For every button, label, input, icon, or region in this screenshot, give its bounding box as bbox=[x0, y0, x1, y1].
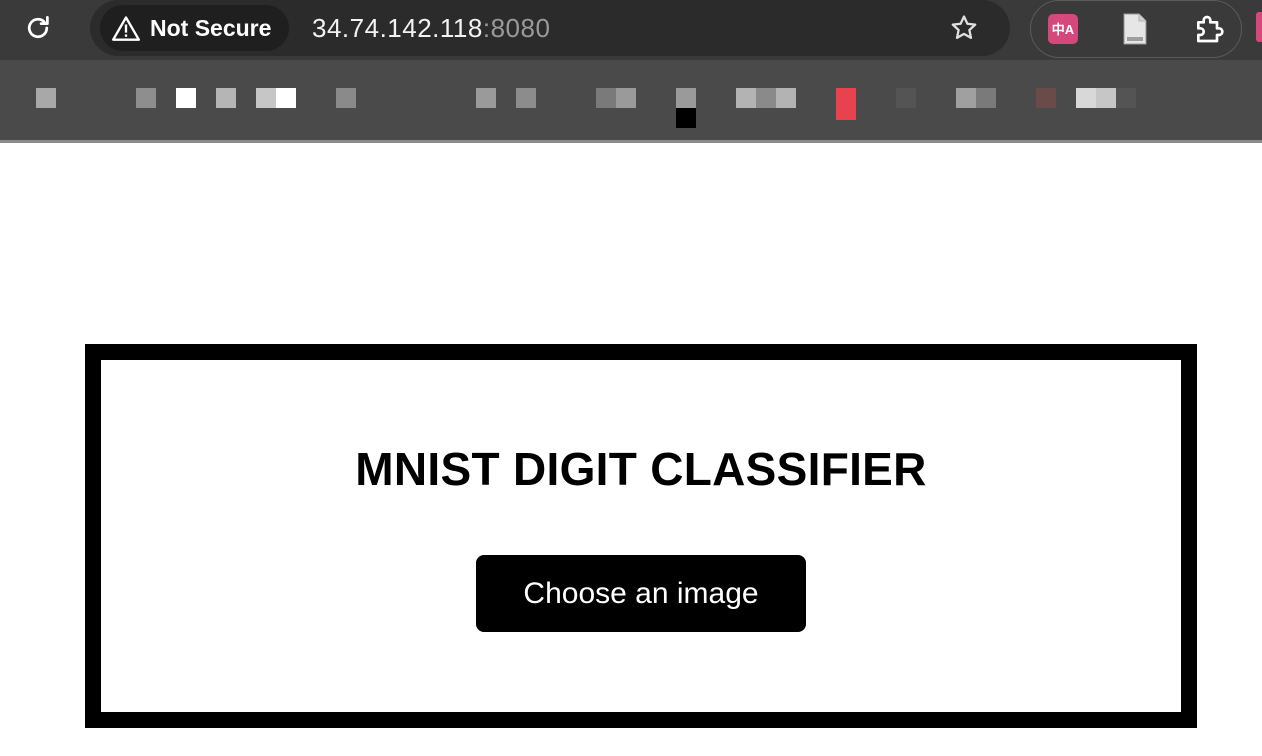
bookmark-favicon[interactable] bbox=[676, 108, 696, 128]
bookmark-favicon[interactable] bbox=[276, 88, 296, 108]
bookmark-favicon[interactable] bbox=[596, 88, 616, 108]
extensions-menu-button[interactable] bbox=[1191, 11, 1227, 47]
address-bar[interactable]: Not Secure 34.74.142.118:8080 bbox=[90, 0, 1010, 56]
bookmark-favicon[interactable] bbox=[616, 88, 636, 108]
page-extension-button[interactable] bbox=[1117, 11, 1153, 47]
url-port: :8080 bbox=[482, 13, 551, 43]
security-label: Not Secure bbox=[150, 14, 272, 41]
choose-image-button[interactable]: Choose an image bbox=[476, 555, 806, 632]
bookmark-favicon[interactable] bbox=[336, 88, 356, 108]
bookmark-favicon[interactable] bbox=[1116, 88, 1136, 108]
star-icon bbox=[951, 15, 977, 39]
security-indicator[interactable]: Not Secure bbox=[100, 5, 290, 51]
bookmark-favicon[interactable] bbox=[896, 88, 916, 108]
browser-toolbar: Not Secure 34.74.142.118:8080 中A bbox=[0, 0, 1262, 60]
bookmark-favicon[interactable] bbox=[956, 88, 976, 108]
bookmark-favicon[interactable] bbox=[476, 88, 496, 108]
translate-extension-button[interactable]: 中A bbox=[1045, 11, 1081, 47]
profile-edge bbox=[1256, 12, 1262, 42]
bookmark-favicon[interactable] bbox=[136, 88, 156, 108]
warning-icon bbox=[112, 15, 140, 41]
reload-button[interactable] bbox=[18, 8, 58, 48]
bookmark-favicon[interactable] bbox=[1096, 88, 1116, 108]
bookmark-favicon[interactable] bbox=[676, 88, 696, 108]
bookmark-favicon[interactable] bbox=[176, 88, 196, 108]
bookmark-favicon[interactable] bbox=[36, 88, 56, 108]
browser-chrome: Not Secure 34.74.142.118:8080 中A bbox=[0, 0, 1262, 143]
bookmark-favicon[interactable] bbox=[736, 88, 756, 108]
extensions-group: 中A bbox=[1030, 0, 1242, 58]
classifier-card: MNIST DIGIT CLASSIFIER Choose an image bbox=[85, 344, 1197, 728]
bookmarks-bar bbox=[0, 60, 1262, 140]
bookmark-favicon[interactable] bbox=[976, 88, 996, 108]
bookmark-favicon[interactable] bbox=[1036, 88, 1056, 108]
bookmark-favicon[interactable] bbox=[756, 88, 776, 108]
bookmark-favicon[interactable] bbox=[216, 88, 236, 108]
page-content: MNIST DIGIT CLASSIFIER Choose an image bbox=[0, 143, 1262, 756]
bookmark-favicon[interactable] bbox=[776, 88, 796, 108]
translate-icon: 中A bbox=[1048, 14, 1078, 44]
url-host: 34.74.142.118 bbox=[312, 13, 483, 43]
puzzle-icon bbox=[1197, 15, 1224, 43]
url-text[interactable]: 34.74.142.118:8080 bbox=[312, 10, 550, 46]
document-icon bbox=[1123, 13, 1147, 45]
reload-icon bbox=[27, 16, 49, 39]
bookmark-star-button[interactable] bbox=[946, 10, 982, 46]
page-title: MNIST DIGIT CLASSIFIER bbox=[355, 443, 927, 495]
bookmark-favicon[interactable] bbox=[1076, 88, 1096, 108]
bookmark-favicon[interactable] bbox=[836, 100, 856, 120]
bookmark-favicon[interactable] bbox=[256, 88, 276, 108]
bookmark-favicon[interactable] bbox=[516, 88, 536, 108]
